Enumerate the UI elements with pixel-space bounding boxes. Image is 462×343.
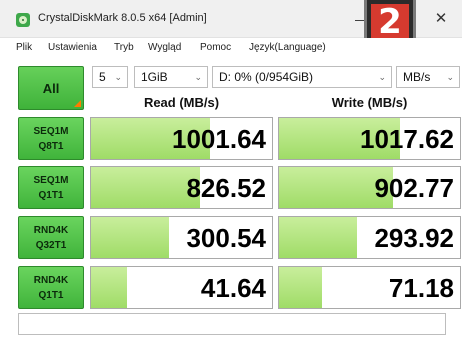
test-name: RND4K: [33, 225, 69, 236]
chevron-down-icon: ⌄: [114, 72, 122, 82]
write-column-header: Write (MB/s): [331, 95, 408, 110]
read-result-bar: [91, 167, 200, 208]
status-comment-field[interactable]: [18, 313, 446, 335]
unit-select[interactable]: MB/s ⌄: [396, 66, 460, 88]
menu-ustawienia[interactable]: Ustawienia: [48, 42, 97, 53]
read-result-rnd4k-q1t1: 41.64: [90, 266, 273, 309]
window-title: CrystalDiskMark 8.0.5 x64 [Admin]: [38, 12, 207, 24]
write-result-value: 293.92: [374, 223, 454, 253]
chevron-down-icon: ⌄: [446, 72, 454, 82]
read-column-header: Read (MB/s): [143, 95, 220, 110]
write-result-seq1m-q8t1: 1017.62: [278, 117, 461, 160]
test-button-seq1m-q8t1[interactable]: SEQ1M Q8T1: [18, 117, 84, 160]
test-queue: Q1T1: [38, 190, 64, 201]
badge-number: 2: [371, 4, 409, 40]
write-result-bar: [279, 267, 323, 308]
read-result-seq1m-q8t1: 1001.64: [90, 117, 273, 160]
unit-value: MB/s: [403, 70, 431, 84]
read-result-seq1m-q1t1: 826.52: [90, 166, 273, 209]
menu-bar: Plik Ustawienia Tryb Wygląd Pomoc Język(…: [0, 38, 462, 58]
read-result-rnd4k-q32t1: 300.54: [90, 216, 273, 259]
write-result-value: 1017.62: [360, 124, 454, 154]
test-button-rnd4k-q1t1[interactable]: RND4K Q1T1: [18, 266, 84, 309]
write-result-seq1m-q1t1: 902.77: [278, 166, 461, 209]
test-queue: Q32T1: [35, 240, 67, 251]
write-result-value: 902.77: [374, 173, 454, 203]
chevron-down-icon: ⌄: [194, 72, 202, 82]
crystaldiskmark-app-icon: [16, 13, 30, 27]
read-result-value: 826.52: [186, 173, 266, 203]
test-count-select[interactable]: 5 ⌄: [92, 66, 128, 88]
write-result-rnd4k-q32t1: 293.92: [278, 216, 461, 259]
test-name: SEQ1M: [33, 175, 69, 186]
test-button-rnd4k-q32t1[interactable]: RND4K Q32T1: [18, 216, 84, 259]
read-result-bar: [91, 267, 128, 308]
test-size-value: 1GiB: [141, 70, 168, 84]
test-count-value: 5: [99, 70, 106, 84]
read-result-bar: [91, 217, 169, 258]
menu-tryb[interactable]: Tryb: [114, 42, 134, 53]
menu-pomoc[interactable]: Pomoc: [200, 42, 231, 53]
test-name: RND4K: [33, 275, 69, 286]
test-size-select[interactable]: 1GiB ⌄: [134, 66, 208, 88]
menu-wyglad[interactable]: Wygląd: [148, 42, 181, 53]
read-result-value: 41.64: [200, 273, 266, 303]
drive-value: D: 0% (0/954GiB): [219, 70, 314, 84]
menu-plik[interactable]: Plik: [16, 42, 32, 53]
write-result-bar: [279, 217, 357, 258]
title-bar: CrystalDiskMark 8.0.5 x64 [Admin] — 2 ✕: [0, 0, 462, 46]
test-name: SEQ1M: [33, 126, 69, 137]
write-result-rnd4k-q1t1: 71.18: [278, 266, 461, 309]
write-result-value: 71.18: [388, 273, 454, 303]
menu-language[interactable]: Język(Language): [249, 42, 326, 53]
test-queue: Q1T1: [38, 290, 64, 301]
read-result-value: 1001.64: [172, 124, 266, 154]
drive-select[interactable]: D: 0% (0/954GiB) ⌄: [212, 66, 392, 88]
read-result-value: 300.54: [186, 223, 266, 253]
test-queue: Q8T1: [38, 141, 64, 152]
run-all-button[interactable]: All: [18, 66, 84, 110]
app-window: CrystalDiskMark 8.0.5 x64 [Admin] — 2 ✕ …: [0, 0, 462, 343]
chevron-down-icon: ⌄: [378, 72, 386, 82]
close-button[interactable]: ✕: [426, 6, 456, 32]
test-button-seq1m-q1t1[interactable]: SEQ1M Q1T1: [18, 166, 84, 209]
